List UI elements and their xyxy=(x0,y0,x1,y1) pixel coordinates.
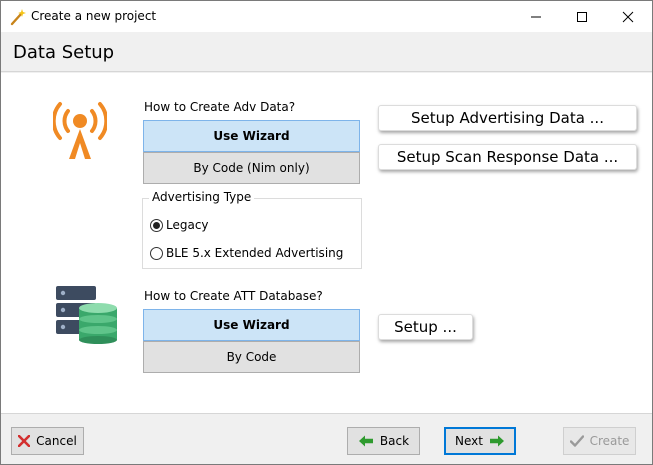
arrow-left-icon xyxy=(358,435,373,447)
page-header: Data Setup xyxy=(1,32,652,72)
radio-checked-icon xyxy=(150,218,163,232)
radio-ble5-extended[interactable]: BLE 5.x Extended Advertising xyxy=(150,246,343,260)
cancel-x-icon xyxy=(18,435,31,447)
database-server-icon xyxy=(55,284,119,344)
setup-scan-response-data-button[interactable]: Setup Scan Response Data ... xyxy=(378,144,637,170)
close-icon xyxy=(622,11,634,22)
cancel-button[interactable]: Cancel xyxy=(11,427,84,455)
next-label: Next xyxy=(455,434,483,448)
checkmark-icon xyxy=(569,435,584,447)
create-label: Create xyxy=(589,434,630,448)
arrow-right-icon xyxy=(489,435,504,447)
att-use-wizard-button[interactable]: Use Wizard xyxy=(143,309,360,341)
back-button[interactable]: Back xyxy=(347,427,420,455)
back-label: Back xyxy=(379,434,410,448)
window-title: Create a new project xyxy=(31,9,157,23)
cancel-label: Cancel xyxy=(36,434,77,448)
broadcast-antenna-icon xyxy=(51,99,109,161)
radio-legacy-label: Legacy xyxy=(166,218,209,232)
att-setup-button[interactable]: Setup ... xyxy=(378,314,473,340)
data-setup-panel: How to Create Adv Data? Use Wizard By Co… xyxy=(1,73,652,413)
radio-legacy[interactable]: Legacy xyxy=(150,218,209,232)
minimize-icon xyxy=(531,16,541,17)
advertising-type-group: Advertising Type Legacy BLE 5.x Extended… xyxy=(142,190,362,269)
next-button[interactable]: Next xyxy=(444,427,516,455)
att-by-code-button[interactable]: By Code xyxy=(143,341,360,373)
maximize-button[interactable] xyxy=(559,1,605,32)
minimize-button[interactable] xyxy=(513,1,559,32)
setup-advertising-data-button[interactable]: Setup Advertising Data ... xyxy=(378,105,637,131)
create-button[interactable]: Create xyxy=(563,427,636,455)
wizard-footer: Cancel Back Next Create xyxy=(1,413,652,464)
project-wizard-window: Create a new project Data Setup How to C… xyxy=(0,0,653,465)
page-title: Data Setup xyxy=(13,42,115,63)
wand-icon xyxy=(9,8,27,26)
adv-by-code-button[interactable]: By Code (Nim only) xyxy=(143,152,360,184)
adv-question-label: How to Create Adv Data? xyxy=(144,100,296,114)
adv-use-wizard-button[interactable]: Use Wizard xyxy=(143,120,360,152)
maximize-icon xyxy=(577,11,587,22)
radio-ble5-extended-label: BLE 5.x Extended Advertising xyxy=(166,246,344,260)
close-button[interactable] xyxy=(605,1,651,32)
att-question-label: How to Create ATT Database? xyxy=(144,289,323,303)
radio-unchecked-icon xyxy=(150,246,163,260)
title-bar: Create a new project xyxy=(1,1,652,32)
advertising-type-legend: Advertising Type xyxy=(149,190,255,204)
